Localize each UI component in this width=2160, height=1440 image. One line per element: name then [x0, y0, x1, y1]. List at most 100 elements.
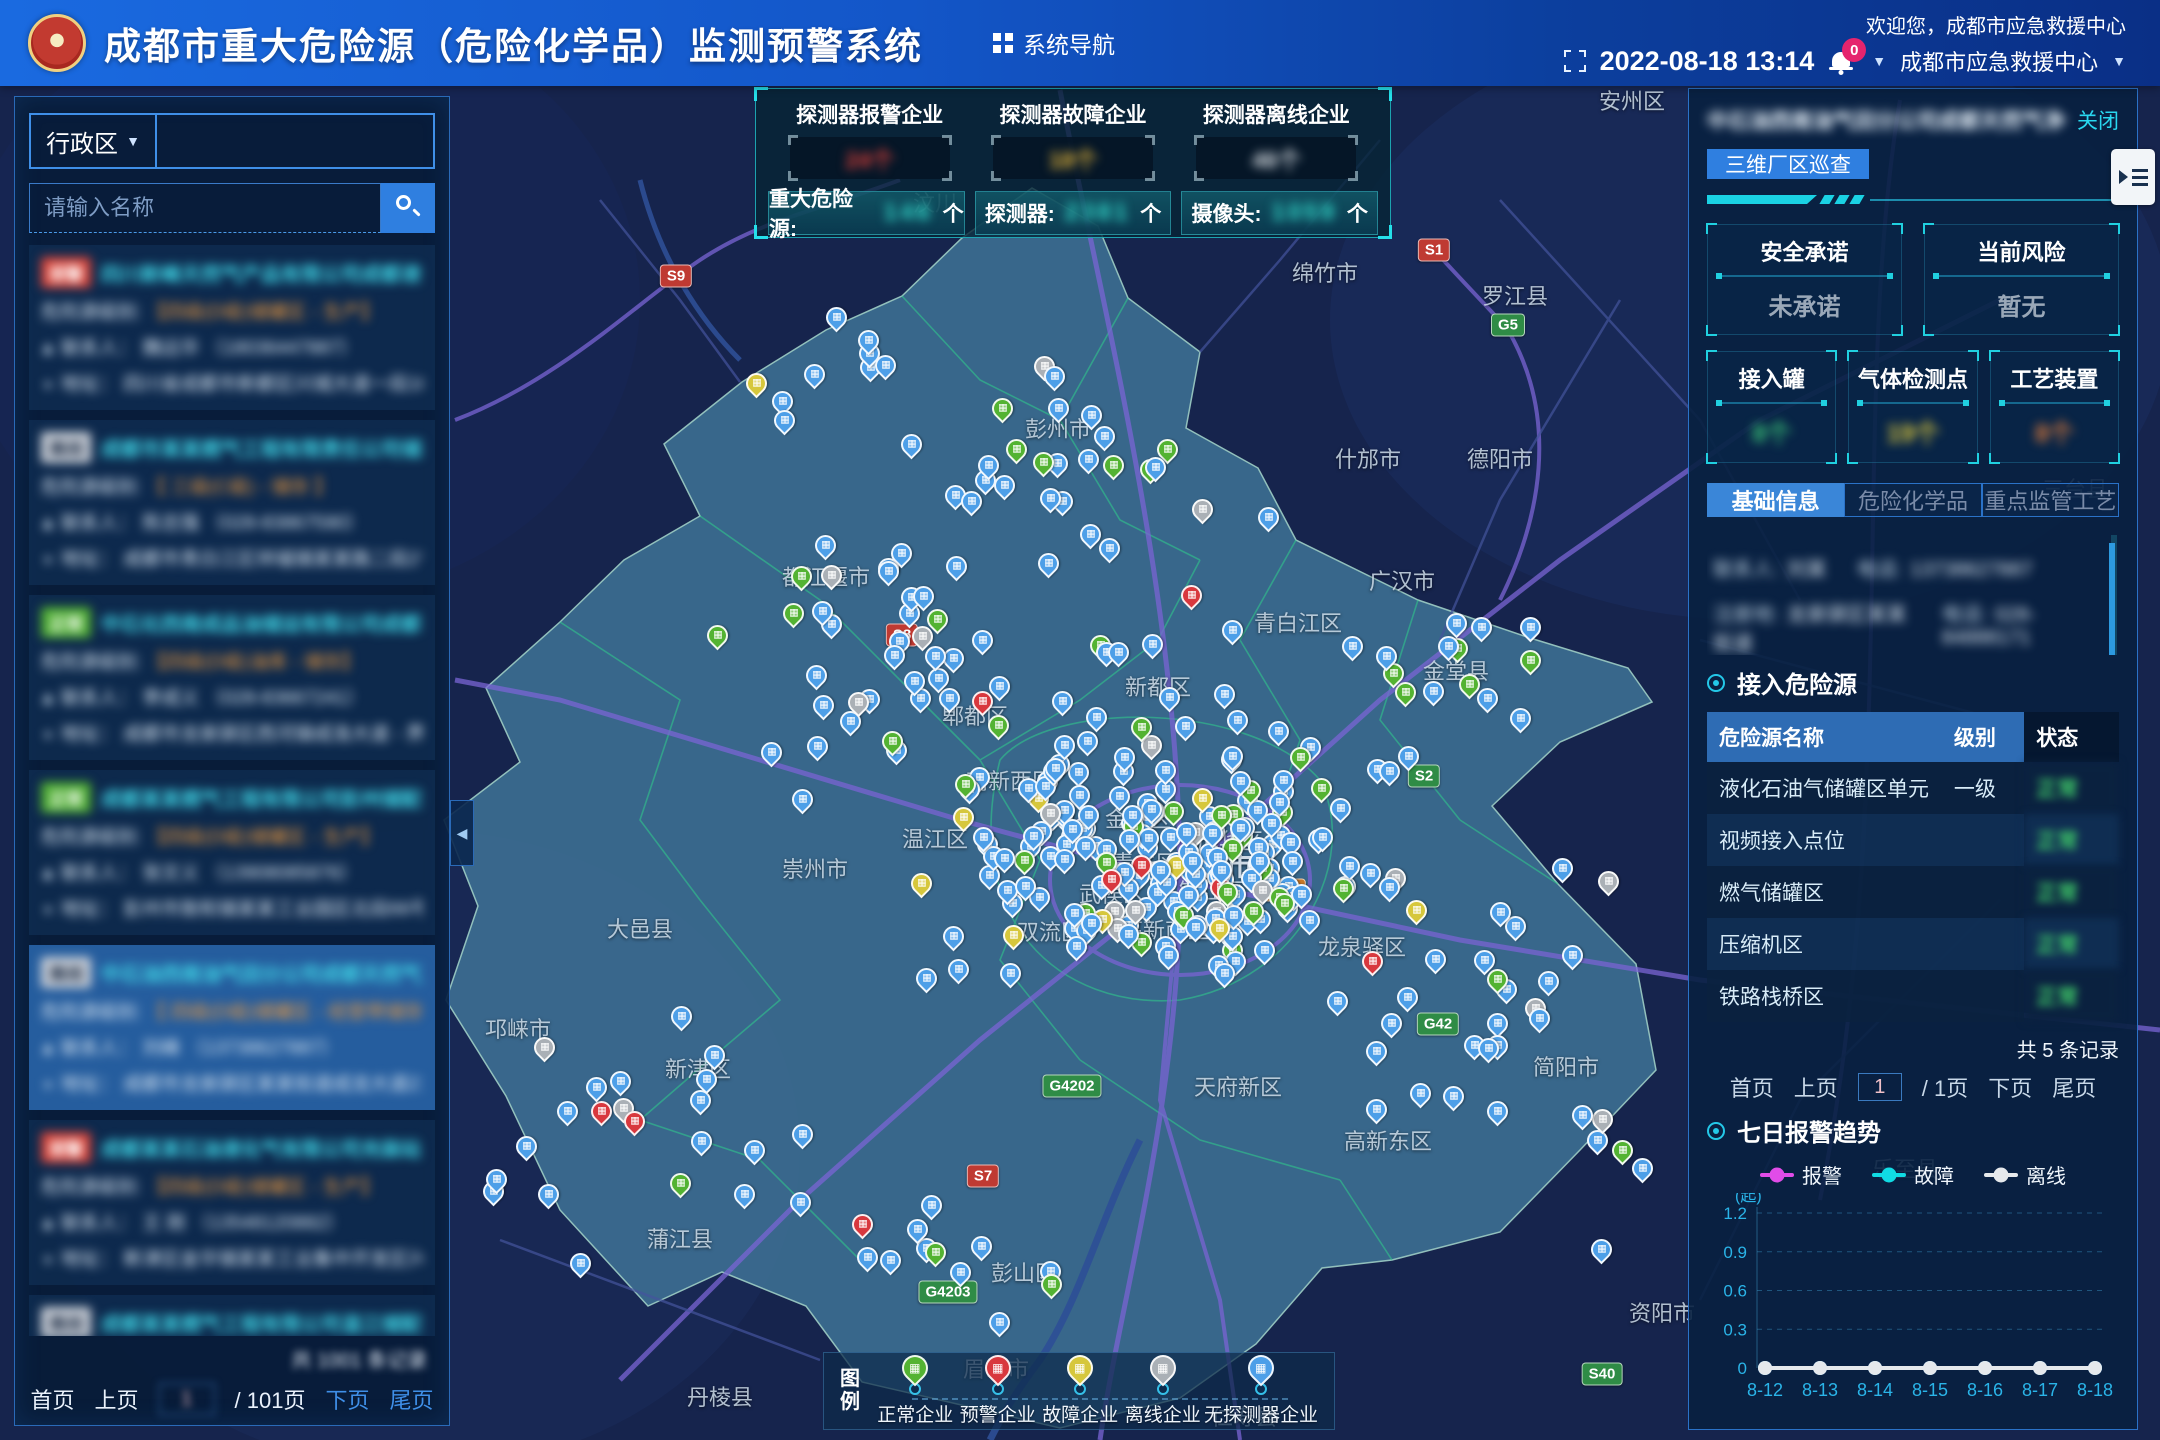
- enterprise-marker-green[interactable]: ▦: [786, 561, 816, 591]
- enterprise-marker-blue[interactable]: ▦: [1362, 1037, 1392, 1067]
- enterprise-marker-red[interactable]: ▦: [587, 1097, 617, 1127]
- enterprise-marker-blue[interactable]: ▦: [1586, 1234, 1616, 1264]
- enterprise-marker-blue[interactable]: ▦: [945, 1257, 975, 1287]
- enterprise-marker-blue[interactable]: ▦: [1295, 905, 1325, 935]
- notification-bell-icon[interactable]: 0: [1828, 44, 1858, 78]
- tab-基础信息[interactable]: 基础信息: [1707, 483, 1844, 517]
- company-card[interactable]: 离线中石油西南油气田分公司成都天然气净化气储配库危险源级别: 【 四级(D级)储…: [29, 945, 435, 1110]
- enterprise-marker-blue[interactable]: ▦: [1506, 704, 1536, 734]
- enterprise-marker-blue[interactable]: ▦: [942, 551, 972, 581]
- enterprise-marker-blue[interactable]: ▦: [1558, 941, 1588, 971]
- enterprise-marker-blue[interactable]: ▦: [667, 1002, 697, 1032]
- enterprise-marker-gray[interactable]: ▦: [1187, 495, 1217, 525]
- enterprise-marker-blue[interactable]: ▦: [553, 1097, 583, 1127]
- search-input[interactable]: [29, 183, 381, 233]
- enterprise-marker-blue[interactable]: ▦: [1278, 846, 1308, 876]
- page-number-input[interactable]: [1858, 1073, 1902, 1101]
- system-nav-button[interactable]: 系统导航: [993, 26, 1115, 60]
- enterprise-marker-blue[interactable]: ▦: [566, 1249, 596, 1279]
- trend-legend-item-故障[interactable]: 故障: [1872, 1160, 1954, 1189]
- enterprise-marker-blue[interactable]: ▦: [1043, 394, 1073, 424]
- table-row[interactable]: 压缩机区正常: [1707, 918, 2119, 970]
- enterprise-marker-blue[interactable]: ▦: [739, 1136, 769, 1166]
- enterprise-marker-green[interactable]: ▦: [703, 621, 733, 651]
- pagination-next[interactable]: 下页: [1988, 1071, 2032, 1103]
- company-card[interactable]: 正常成都某某燃气工程有限公司彭州储配站危险源级别: 【四级(D级)储罐区 - 生…: [29, 770, 435, 935]
- enterprise-marker-blue[interactable]: ▦: [770, 406, 800, 436]
- search-button[interactable]: [381, 183, 435, 233]
- enterprise-marker-blue[interactable]: ▦: [1081, 703, 1111, 733]
- expand-detail-icon[interactable]: [2111, 149, 2155, 205]
- pagination-first[interactable]: 首页: [1730, 1071, 1774, 1103]
- pagination-last[interactable]: 尾页: [2052, 1071, 2096, 1103]
- enterprise-marker-blue[interactable]: ▦: [1441, 608, 1471, 638]
- enterprise-marker-blue[interactable]: ▦: [1048, 686, 1078, 716]
- company-card[interactable]: 离线成都市某某燃气工程有限责任公司储配站危险源级别: 【 三级(C级) - 储存…: [29, 420, 435, 585]
- enterprise-marker-blue[interactable]: ▦: [1582, 1126, 1612, 1156]
- pagination-first[interactable]: 首页: [31, 1383, 75, 1415]
- enterprise-marker-blue[interactable]: ▦: [1210, 680, 1240, 710]
- table-row[interactable]: 视频接入点位正常: [1707, 814, 2119, 866]
- enterprise-marker-blue[interactable]: ▦: [1074, 445, 1104, 475]
- enterprise-marker-red[interactable]: ▦: [1358, 947, 1388, 977]
- enterprise-marker-gray[interactable]: ▦: [817, 561, 847, 591]
- enterprise-marker-blue[interactable]: ▦: [996, 958, 1026, 988]
- company-card[interactable]: 报警四川新峰天然气产品有限公司成都液化气储配分公司危险源级别: 【四级(D级)储…: [29, 245, 435, 410]
- close-button[interactable]: 关闭: [2077, 105, 2119, 135]
- enterprise-marker-blue[interactable]: ▦: [1420, 945, 1450, 975]
- enterprise-marker-red[interactable]: ▦: [848, 1209, 878, 1239]
- enterprise-marker-green[interactable]: ▦: [1329, 874, 1359, 904]
- enterprise-marker-yellow[interactable]: ▦: [742, 369, 772, 399]
- enterprise-marker-blue[interactable]: ▦: [968, 625, 998, 655]
- enterprise-marker-blue[interactable]: ▦: [809, 691, 839, 721]
- enterprise-marker-blue[interactable]: ▦: [1483, 1008, 1513, 1038]
- enterprise-marker-blue[interactable]: ▦: [512, 1132, 542, 1162]
- page-number-input[interactable]: [159, 1383, 215, 1415]
- pagination-next[interactable]: 下页: [325, 1383, 369, 1415]
- legend-item[interactable]: ▦故障企业: [1039, 1355, 1122, 1427]
- enterprise-marker-blue[interactable]: ▦: [1482, 1097, 1512, 1127]
- legend-item[interactable]: ▦离线企业: [1122, 1355, 1205, 1427]
- enterprise-marker-green[interactable]: ▦: [1002, 434, 1032, 464]
- enterprise-marker-blue[interactable]: ▦: [1223, 706, 1253, 736]
- enterprise-marker-blue[interactable]: ▦: [686, 1126, 716, 1156]
- enterprise-marker-blue[interactable]: ▦: [1548, 854, 1578, 884]
- scrollbar-thumb[interactable]: [2109, 543, 2115, 655]
- user-org-dropdown[interactable]: 成都市应急救援中心: [1900, 45, 2098, 77]
- 3d-patrol-button[interactable]: 三维厂区巡查: [1707, 149, 1869, 179]
- trend-legend-item-报警[interactable]: 报警: [1760, 1160, 1842, 1189]
- enterprise-marker-blue[interactable]: ▦: [944, 955, 974, 985]
- pagination-prev[interactable]: 上页: [1794, 1071, 1838, 1103]
- enterprise-marker-blue[interactable]: ▦: [1418, 677, 1448, 707]
- enterprise-marker-blue[interactable]: ▦: [1073, 727, 1103, 757]
- enterprise-marker-green[interactable]: ▦: [988, 394, 1018, 424]
- enterprise-marker-blue[interactable]: ▦: [1138, 629, 1168, 659]
- enterprise-marker-yellow[interactable]: ▦: [1402, 896, 1432, 926]
- fullscreen-icon[interactable]: [1564, 50, 1586, 72]
- enterprise-marker-blue[interactable]: ▦: [1362, 1095, 1392, 1125]
- enterprise-marker-green[interactable]: ▦: [984, 711, 1014, 741]
- enterprise-marker-blue[interactable]: ▦: [802, 732, 832, 762]
- enterprise-marker-blue[interactable]: ▦: [966, 1231, 996, 1261]
- enterprise-marker-gray[interactable]: ▦: [1594, 866, 1624, 896]
- enterprise-marker-red[interactable]: ▦: [1176, 581, 1206, 611]
- enterprise-marker-blue[interactable]: ▦: [1439, 1082, 1469, 1112]
- enterprise-marker-blue[interactable]: ▦: [1516, 613, 1546, 643]
- enterprise-marker-green[interactable]: ▦: [778, 599, 808, 629]
- tab-重点监管工艺[interactable]: 重点监管工艺: [1982, 483, 2119, 517]
- enterprise-marker-blue[interactable]: ▦: [1250, 936, 1280, 966]
- pagination-last[interactable]: 尾页: [389, 1383, 433, 1415]
- legend-item[interactable]: ▦无探测器企业: [1204, 1355, 1318, 1427]
- enterprise-marker-blue[interactable]: ▦: [1627, 1154, 1657, 1184]
- enterprise-marker-blue[interactable]: ▦: [1377, 1008, 1407, 1038]
- company-card[interactable]: 报警成都某某石油液化气有限公司充装站危险源级别: 【四级(D级)储罐区 - 生产…: [29, 1120, 435, 1285]
- enterprise-marker-blue[interactable]: ▦: [912, 964, 942, 994]
- enterprise-marker-blue[interactable]: ▦: [730, 1179, 760, 1209]
- enterprise-marker-blue[interactable]: ▦: [785, 1188, 815, 1218]
- enterprise-marker-blue[interactable]: ▦: [1534, 967, 1564, 997]
- table-row[interactable]: 铁路栈桥区正常: [1707, 970, 2119, 1022]
- enterprise-marker-blue[interactable]: ▦: [1218, 742, 1248, 772]
- enterprise-marker-blue[interactable]: ▦: [939, 921, 969, 951]
- enterprise-marker-gray[interactable]: ▦: [529, 1033, 559, 1063]
- enterprise-marker-blue[interactable]: ▦: [788, 1120, 818, 1150]
